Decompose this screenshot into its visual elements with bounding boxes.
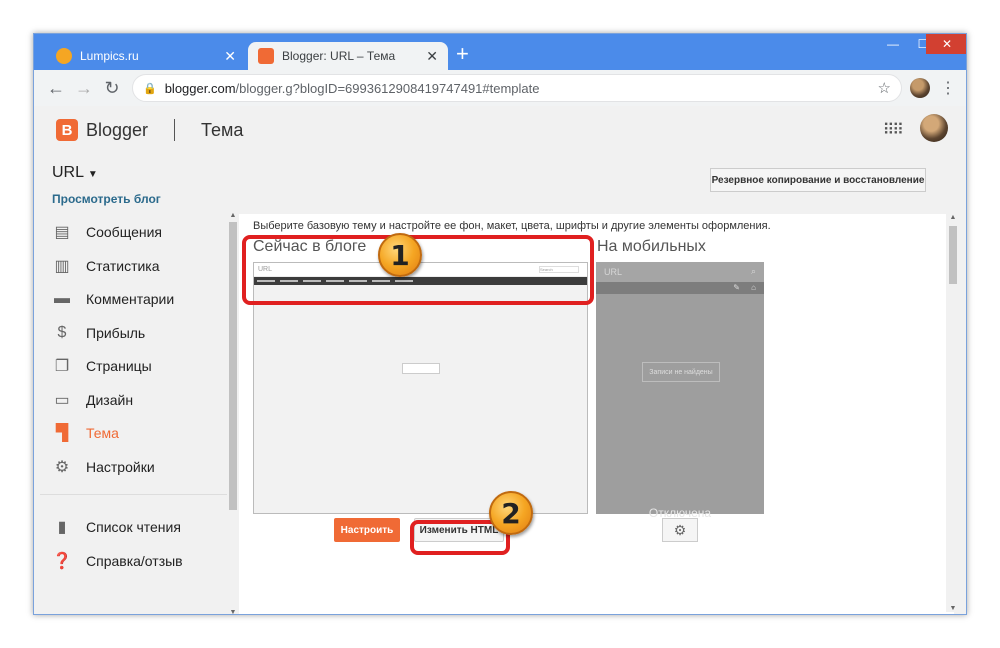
scroll-up-icon[interactable]: ▲ <box>946 214 960 221</box>
mobile-preview-header: URL ⌕ <box>596 262 764 282</box>
sidebar-item-reading-list[interactable]: ▮ Список чтения <box>52 515 181 539</box>
sidebar-item-settings[interactable]: ⚙ Настройки <box>52 455 155 479</box>
mobile-preview-bar: ✎ ⌂ <box>596 282 764 294</box>
sidebar: URL ▼ Просмотреть блог ▤ Сообщения ▥ Ста… <box>34 154 239 614</box>
sidebar-item-help[interactable]: ❓ Справка/отзыв <box>52 549 183 573</box>
back-icon[interactable]: ← <box>42 78 70 99</box>
scrollbar-thumb[interactable] <box>949 226 957 284</box>
tab-strip: Lumpics.ru ✕ Blogger: URL – Тема ✕ + — ☐… <box>34 34 966 70</box>
browser-menu-icon[interactable]: ⋮ <box>940 78 956 98</box>
scroll-down-icon[interactable]: ▼ <box>946 605 960 612</box>
dollar-icon: $ <box>57 324 67 341</box>
minimize-icon[interactable]: — <box>878 34 908 54</box>
sidebar-item-pages[interactable]: ❐ Страницы <box>52 354 152 378</box>
backup-restore-button[interactable]: Резервное копирование и восстановление <box>710 168 926 192</box>
header-divider <box>174 119 176 141</box>
blogger-logo-icon[interactable]: B <box>56 119 78 141</box>
tab-blogger[interactable]: Blogger: URL – Тема ✕ <box>248 42 448 70</box>
close-tab-icon[interactable]: ✕ <box>426 48 438 65</box>
blogger-favicon-icon <box>258 48 274 64</box>
pencil-icon: ✎ <box>733 283 740 292</box>
blog-name: URL <box>52 164 84 181</box>
theme-icon: ▜ <box>55 425 69 442</box>
url-host: blogger.com <box>164 80 236 96</box>
search-icon: ⌕ <box>750 266 756 276</box>
sidebar-item-posts[interactable]: ▤ Сообщения <box>52 220 162 244</box>
sidebar-item-earnings[interactable]: $ Прибыль <box>52 321 146 345</box>
gear-icon: ⚙ <box>673 521 687 538</box>
sidebar-item-stats[interactable]: ▥ Статистика <box>52 254 160 278</box>
step-marker-2: 2 <box>489 491 533 535</box>
address-bar[interactable]: 🔒 blogger.com/blogger.g?blogID=699361290… <box>132 74 902 102</box>
sidebar-item-theme[interactable]: ▜ Тема <box>52 421 119 445</box>
browser-toolbar: ← → ↻ 🔒 blogger.com/blogger.g?blogID=699… <box>34 70 966 106</box>
scrollbar-thumb[interactable] <box>229 222 237 510</box>
sidebar-item-label: Сообщения <box>86 224 162 240</box>
window-close: ✕ <box>926 34 966 54</box>
new-tab-button[interactable]: + <box>456 43 469 65</box>
sidebar-item-label: Справка/отзыв <box>86 553 183 569</box>
customize-button[interactable]: Настроить <box>334 518 400 542</box>
mobile-theme-heading: На мобильных <box>597 238 706 255</box>
sidebar-item-label: Комментарии <box>86 291 175 307</box>
mobile-theme-preview[interactable]: URL ⌕ ✎ ⌂ Записи не найдены Отключена <box>596 262 764 520</box>
intro-text: Выберите базовую тему и настройте ее фон… <box>253 220 771 232</box>
lock-icon: 🔒 <box>143 82 157 95</box>
sidebar-item-label: Тема <box>86 425 119 441</box>
dropdown-icon: ▼ <box>87 169 98 180</box>
scroll-up-icon[interactable]: ▲ <box>227 212 239 219</box>
close-window-icon[interactable]: ✕ <box>926 34 966 54</box>
posts-icon: ▤ <box>54 224 70 241</box>
mobile-settings-button[interactable]: ⚙ <box>662 518 698 542</box>
sidebar-item-label: Страницы <box>86 358 152 374</box>
main-scrollbar[interactable]: ▲ ▼ <box>946 214 960 612</box>
blog-selector[interactable]: URL ▼ <box>52 164 98 182</box>
sidebar-item-label: Список чтения <box>86 519 181 535</box>
page-title: Тема <box>201 119 244 140</box>
sidebar-item-layout[interactable]: ▭ Дизайн <box>52 388 133 412</box>
layout-icon: ▭ <box>54 392 70 409</box>
mobile-preview-title: URL <box>604 267 623 277</box>
tab-lumpics[interactable]: Lumpics.ru ✕ <box>46 42 246 70</box>
account-avatar[interactable] <box>920 114 948 142</box>
stats-icon: ▥ <box>54 258 70 275</box>
reload-icon[interactable]: ↻ <box>98 78 126 99</box>
gear-icon: ⚙ <box>54 459 70 476</box>
comments-icon: ▬ <box>54 290 70 307</box>
step-marker-1: 1 <box>378 233 422 277</box>
pages-icon: ❐ <box>54 358 70 375</box>
sidebar-item-label: Дизайн <box>86 392 134 408</box>
sidebar-divider <box>40 494 228 495</box>
sidebar-item-label: Настройки <box>86 459 155 475</box>
view-blog-link[interactable]: Просмотреть блог <box>52 192 161 206</box>
help-icon: ❓ <box>52 553 72 570</box>
tab-title: Blogger: URL – Тема <box>282 49 396 63</box>
close-tab-icon[interactable]: ✕ <box>224 48 236 65</box>
lumpics-favicon-icon <box>56 48 72 64</box>
bookmark-icon: ▮ <box>57 519 67 536</box>
sidebar-item-label: Статистика <box>86 258 160 274</box>
forward-icon[interactable]: → <box>70 78 98 99</box>
app-name: Blogger <box>86 119 149 140</box>
url-path: /blogger.g?blogID=6993612908419747491#te… <box>235 80 540 96</box>
sidebar-scrollbar[interactable]: ▲ ▼ <box>227 212 239 614</box>
sidebar-item-comments[interactable]: ▬ Комментарии <box>52 287 174 311</box>
preview-button <box>402 363 440 374</box>
home-icon: ⌂ <box>751 283 756 292</box>
tab-title: Lumpics.ru <box>80 49 139 63</box>
mobile-not-found: Записи не найдены <box>642 362 720 382</box>
bookmark-star-icon[interactable]: ☆ <box>878 79 891 97</box>
scroll-down-icon[interactable]: ▼ <box>227 609 239 614</box>
sidebar-item-label: Прибыль <box>86 325 146 341</box>
profile-avatar[interactable] <box>910 78 930 98</box>
blogger-header: B Blogger Тема ⠿⠿ <box>34 106 966 154</box>
apps-grid-icon[interactable]: ⠿⠿ <box>883 120 904 140</box>
